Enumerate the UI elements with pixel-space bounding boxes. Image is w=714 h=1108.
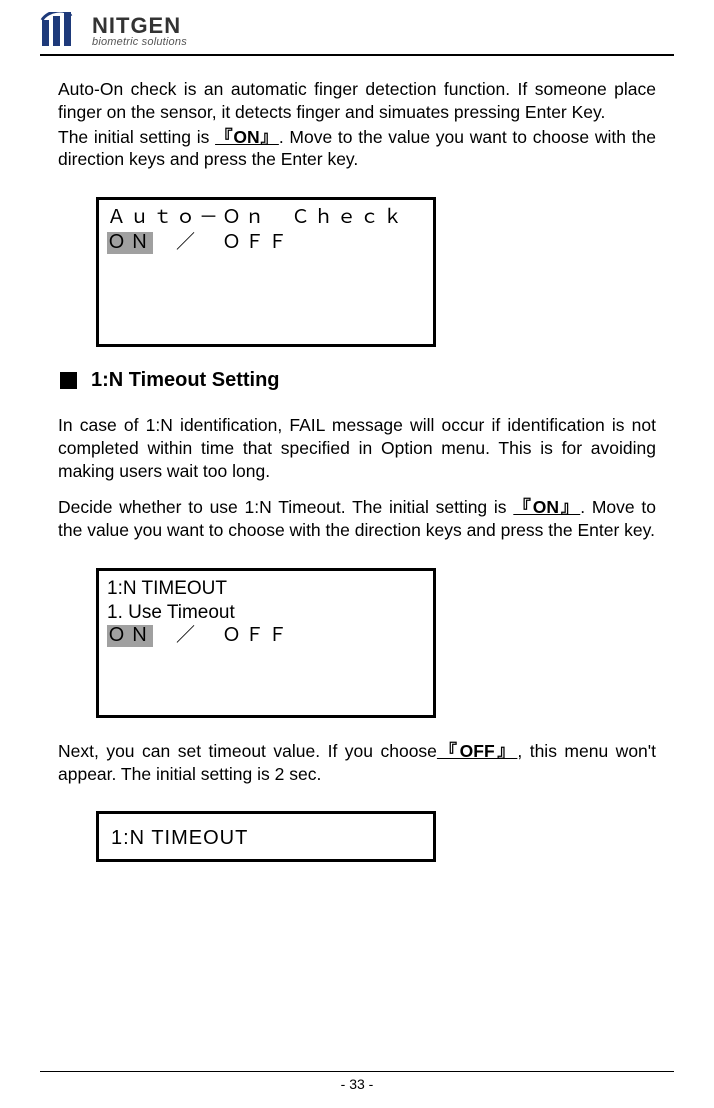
para4a: Decide whether to use 1:N Timeout. The i… xyxy=(58,497,513,517)
lcd-line-options: ＯＮ ／ ＯＦＦ xyxy=(107,231,425,256)
paragraph-timeout-value: Next, you can set timeout value. If you … xyxy=(58,740,656,786)
section-title: 1:N Timeout Setting xyxy=(91,369,280,392)
lcd-1n-value-line1: 1:N TIMEOUT xyxy=(111,826,425,851)
lcd-on-selected: ＯＮ xyxy=(107,232,153,254)
para2a: The initial setting is xyxy=(58,127,215,147)
section-bullet-icon xyxy=(60,372,77,389)
lcd-1n-timeout: 1:N TIMEOUT 1. Use Timeout ＯＮ ／ ＯＦＦ xyxy=(96,568,436,718)
lcd-auto-on-check: Ａｕｔｏ－Ｏｎ Ｃｈｅｃｋ ＯＮ ／ ＯＦＦ xyxy=(96,197,436,347)
lcd-line-title: Ａｕｔｏ－Ｏｎ Ｃｈｅｃｋ xyxy=(107,206,425,231)
lcd-1n-off-option: ／ ＯＦＦ xyxy=(153,625,291,647)
lcd-1n-line2: 1. Use Timeout xyxy=(107,601,425,625)
setting-on-value-2: 『ON』 xyxy=(513,497,580,517)
page-number: - 33 - xyxy=(341,1076,374,1092)
lcd-1n-options: ＯＮ ／ ＯＦＦ xyxy=(107,624,425,649)
brand-main: NITGEN xyxy=(92,15,187,37)
para5a: Next, you can set timeout value. If you … xyxy=(58,741,437,761)
brand-sub: biometric solutions xyxy=(92,37,187,48)
paragraph-auto-on-setting: The initial setting is 『ON』. Move to the… xyxy=(58,126,656,172)
paragraph-1n-setting: Decide whether to use 1:N Timeout. The i… xyxy=(58,496,656,542)
paragraph-auto-on-desc: Auto-On check is an automatic finger det… xyxy=(58,78,656,124)
setting-off-value: 『OFF』 xyxy=(437,741,517,761)
nitgen-logo-icon xyxy=(40,12,84,48)
brand-text: NITGEN biometric solutions xyxy=(92,15,187,48)
setting-on-value: 『ON』 xyxy=(215,127,279,147)
lcd-1n-on-selected: ＯＮ xyxy=(107,625,153,647)
footer-divider xyxy=(40,1071,674,1072)
section-heading-1n-timeout: 1:N Timeout Setting xyxy=(58,369,656,392)
page-header: NITGEN biometric solutions xyxy=(40,12,674,56)
lcd-off-option: ／ ＯＦＦ xyxy=(153,232,291,254)
lcd-1n-line1: 1:N TIMEOUT xyxy=(107,577,425,601)
page-footer: - 33 - xyxy=(0,1065,714,1094)
lcd-1n-timeout-value: 1:N TIMEOUT xyxy=(96,811,436,862)
paragraph-1n-desc: In case of 1:N identification, FAIL mess… xyxy=(58,414,656,482)
